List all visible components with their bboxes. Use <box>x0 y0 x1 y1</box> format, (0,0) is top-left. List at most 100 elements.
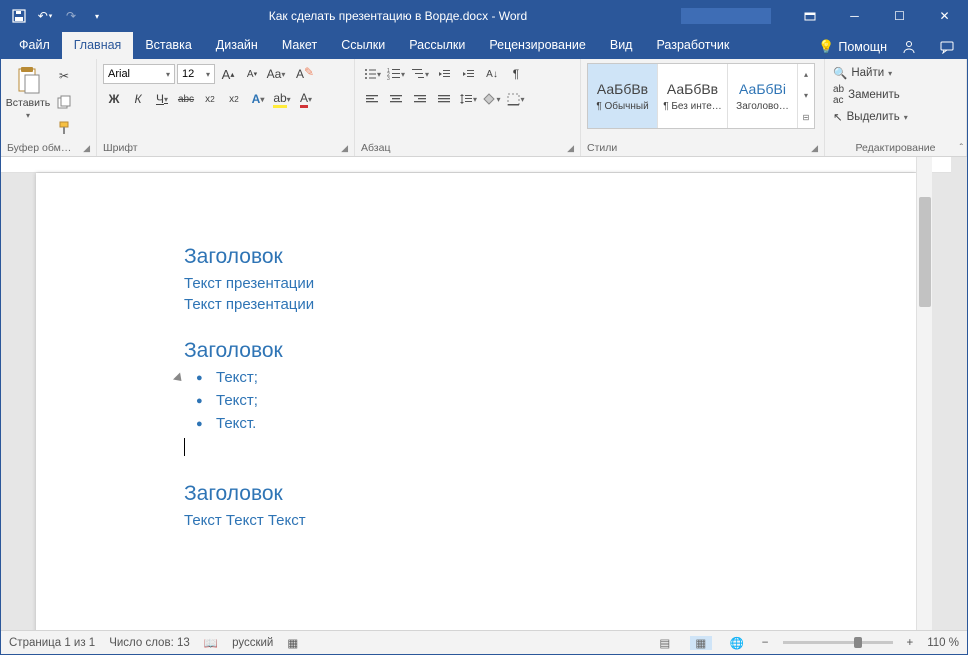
shrink-font-icon[interactable]: A▾ <box>241 63 263 85</box>
horizontal-ruler[interactable] <box>1 157 951 173</box>
shading-icon[interactable]: ▾ <box>481 88 503 110</box>
tab-developer[interactable]: Разработчик <box>644 32 741 59</box>
qa-custom-icon[interactable]: ▾ <box>85 4 109 28</box>
tab-insert[interactable]: Вставка <box>133 32 203 59</box>
doc-bullet-1[interactable]: Текст; <box>216 369 916 386</box>
tab-view[interactable]: Вид <box>598 32 645 59</box>
inc-indent-icon[interactable] <box>457 63 479 85</box>
bullets-icon[interactable]: ▾ <box>361 63 383 85</box>
status-language[interactable]: русский <box>232 637 273 649</box>
align-right-icon[interactable] <box>409 88 431 110</box>
styles-dialog-launcher[interactable]: ◢ <box>811 143 818 154</box>
group-font: Arial▾ 12▾ A▴ A▾ Aa▾ A✎ Ж К Ч▾ abc x2 x2… <box>97 59 355 156</box>
style-heading1[interactable]: АаБбВіЗаголово… <box>728 64 798 128</box>
print-layout-icon[interactable]: ▦ <box>690 636 712 650</box>
doc-heading-3[interactable]: Заголовок <box>184 482 916 506</box>
ribbon-options-icon[interactable] <box>787 1 832 31</box>
replace-button[interactable]: abacЗаменить <box>831 83 910 107</box>
superscript-icon[interactable]: x2 <box>223 88 245 110</box>
zoom-slider[interactable] <box>783 641 893 644</box>
read-mode-icon[interactable]: ▤ <box>654 636 676 650</box>
zoom-in-button[interactable]: + <box>907 637 914 649</box>
borders-icon[interactable]: ▾ <box>505 88 527 110</box>
copy-icon[interactable] <box>53 91 75 113</box>
tell-me-icon[interactable]: 💡Помощн <box>818 39 887 55</box>
maximize-icon[interactable]: ☐ <box>877 1 922 31</box>
redo-icon[interactable]: ↷ <box>59 4 83 28</box>
doc-heading-1[interactable]: Заголовок <box>184 245 916 269</box>
subscript-icon[interactable]: x2 <box>199 88 221 110</box>
multilevel-icon[interactable]: ▾ <box>409 63 431 85</box>
justify-icon[interactable] <box>433 88 455 110</box>
macro-icon[interactable]: ▦ <box>287 636 298 650</box>
clipboard-dialog-launcher[interactable]: ◢ <box>83 143 90 154</box>
highlight-icon[interactable]: ab▾ <box>271 88 293 110</box>
document-page[interactable]: Заголовок Текст презентации Текст презен… <box>36 173 916 630</box>
cut-icon[interactable]: ✂ <box>53 65 75 87</box>
status-words[interactable]: Число слов: 13 <box>109 637 190 649</box>
paste-button[interactable]: Вставить ▾ <box>7 63 49 122</box>
format-painter-icon[interactable] <box>53 117 75 139</box>
font-size-combo[interactable]: 12▾ <box>177 64 215 84</box>
bold-button[interactable]: Ж <box>103 88 125 110</box>
strike-button[interactable]: abc <box>175 88 197 110</box>
doc-para-3[interactable]: Текст Текст Текст <box>184 512 916 529</box>
minimize-icon[interactable]: ─ <box>832 1 877 31</box>
group-editing: 🔍Найти ▾ abacЗаменить ↖Выделить ▾ Редакт… <box>825 59 967 156</box>
work-area: Заголовок Текст презентации Текст презен… <box>1 157 967 630</box>
font-name-combo[interactable]: Arial▾ <box>103 64 175 84</box>
tab-layout[interactable]: Макет <box>270 32 329 59</box>
zoom-level[interactable]: 110 % <box>927 637 959 649</box>
spellcheck-icon[interactable]: 📖 <box>204 636 218 650</box>
doc-para-2[interactable]: Текст презентации <box>184 296 916 313</box>
text-cursor <box>184 438 916 456</box>
doc-heading-2[interactable]: Заголовок <box>184 339 916 363</box>
select-button[interactable]: ↖Выделить ▾ <box>831 109 910 125</box>
collapse-ribbon-icon[interactable]: ˆ <box>960 143 963 154</box>
underline-button[interactable]: Ч▾ <box>151 88 173 110</box>
tab-design[interactable]: Дизайн <box>204 32 270 59</box>
line-spacing-icon[interactable]: ▾ <box>457 88 479 110</box>
numbering-icon[interactable]: 123▾ <box>385 63 407 85</box>
tab-home[interactable]: Главная <box>62 32 134 59</box>
tab-review[interactable]: Рецензирование <box>477 32 598 59</box>
web-layout-icon[interactable]: 🌐 <box>726 636 748 650</box>
doc-bullet-3[interactable]: Текст. <box>216 415 916 432</box>
change-case-icon[interactable]: Aa▾ <box>265 63 287 85</box>
style-no-spacing[interactable]: АаБбВв¶ Без инте… <box>658 64 728 128</box>
styles-group-label: Стили <box>587 142 617 154</box>
align-center-icon[interactable] <box>385 88 407 110</box>
user-badge[interactable] <box>681 8 771 24</box>
group-clipboard: Вставить ▾ ✂ Буфер обм…◢ <box>1 59 97 156</box>
italic-button[interactable]: К <box>127 88 149 110</box>
undo-icon[interactable]: ↶▾ <box>33 4 57 28</box>
zoom-out-button[interactable]: − <box>762 637 769 649</box>
share-icon[interactable] <box>893 35 925 59</box>
close-icon[interactable]: ✕ <box>922 1 967 31</box>
doc-para-1[interactable]: Текст презентации <box>184 275 916 292</box>
ribbon: Вставить ▾ ✂ Буфер обм…◢ Arial▾ 12▾ A▴ A… <box>1 59 967 157</box>
paragraph-dialog-launcher[interactable]: ◢ <box>567 143 574 154</box>
align-left-icon[interactable] <box>361 88 383 110</box>
tab-file[interactable]: Файл <box>7 32 62 59</box>
style-scroll[interactable]: ▴▾⊟ <box>798 64 814 128</box>
grow-font-icon[interactable]: A▴ <box>217 63 239 85</box>
status-page[interactable]: Страница 1 из 1 <box>9 637 95 649</box>
dec-indent-icon[interactable] <box>433 63 455 85</box>
text-effects-icon[interactable]: A▾ <box>247 88 269 110</box>
font-color-icon[interactable]: A▾ <box>295 88 317 110</box>
sort-icon[interactable]: A↓ <box>481 63 503 85</box>
find-button[interactable]: 🔍Найти ▾ <box>831 65 910 81</box>
style-normal[interactable]: АаБбВв¶ Обычный <box>588 64 658 128</box>
font-dialog-launcher[interactable]: ◢ <box>341 143 348 154</box>
tab-mailings[interactable]: Рассылки <box>397 32 477 59</box>
tab-references[interactable]: Ссылки <box>329 32 397 59</box>
clear-format-icon[interactable]: A✎ <box>289 63 311 85</box>
show-marks-icon[interactable]: ¶ <box>505 63 527 85</box>
vertical-scrollbar[interactable] <box>916 157 932 630</box>
save-icon[interactable] <box>7 4 31 28</box>
doc-bullet-2[interactable]: Текст; <box>216 392 916 409</box>
style-gallery[interactable]: АаБбВв¶ Обычный АаБбВв¶ Без инте… АаБбВі… <box>587 63 815 129</box>
comments-icon[interactable] <box>931 35 963 59</box>
scroll-thumb[interactable] <box>919 197 931 307</box>
